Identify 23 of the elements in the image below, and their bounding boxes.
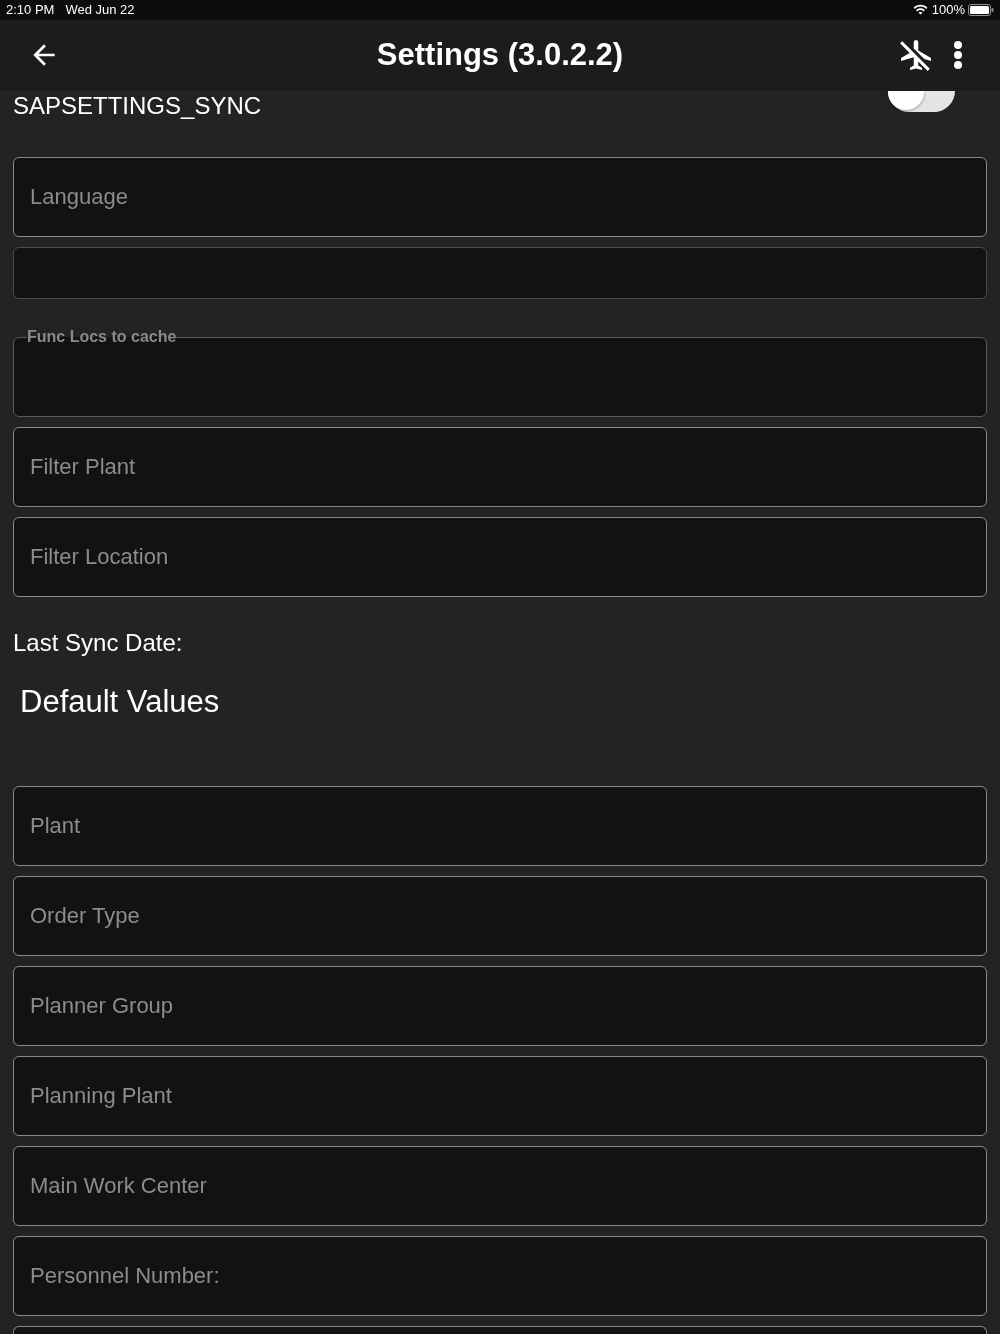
input-field[interactable]: Order Type <box>13 876 987 956</box>
input-field[interactable]: Plant <box>13 786 987 866</box>
input-field[interactable]: Filter Location <box>13 517 987 597</box>
input-field[interactable]: Func Locs to cache <box>13 328 987 417</box>
sync-label: SAPSETTINGS_SYNC <box>13 92 262 120</box>
status-time: 2:10 PM <box>6 1 55 20</box>
input-field[interactable]: Main Work Center <box>13 1146 987 1226</box>
input-field[interactable] <box>13 247 987 299</box>
more-icon <box>954 41 962 70</box>
input-field[interactable]: Language <box>13 157 987 237</box>
status-date: Wed Jun 22 <box>65 1 135 20</box>
airplane-off-icon <box>898 37 934 74</box>
input-field[interactable] <box>13 1326 987 1334</box>
input-field[interactable]: Personnel Number: <box>13 1236 987 1316</box>
input-field[interactable]: Filter Plant <box>13 427 987 507</box>
input-field[interactable]: Planner Group <box>13 966 987 1046</box>
section-heading: Default Values <box>20 684 220 720</box>
page-title: Settings (3.0.2.2) <box>376 36 624 75</box>
battery-icon <box>968 3 994 16</box>
battery-percent: 100% <box>931 1 965 20</box>
input-field[interactable]: Planning Plant <box>13 1056 987 1136</box>
last-sync-label: Last Sync Date: <box>13 629 183 657</box>
sync-toggle[interactable] <box>888 91 955 112</box>
